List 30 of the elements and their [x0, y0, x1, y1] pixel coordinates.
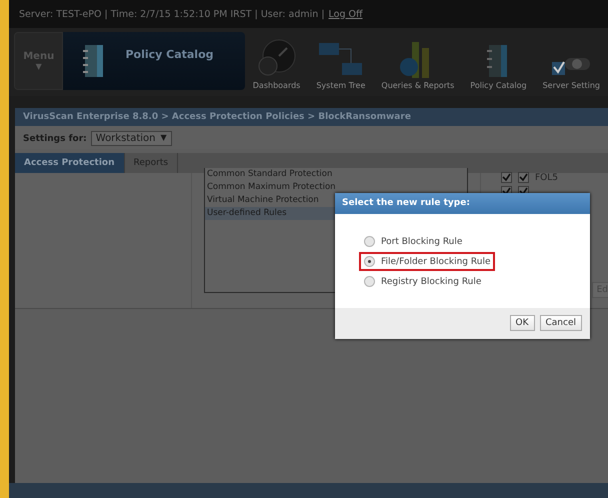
log-off-link[interactable]: Log Off: [328, 8, 363, 20]
list-item[interactable]: Common Standard Protection: [205, 168, 467, 181]
binder-icon: [83, 44, 106, 78]
settings-label: Settings for:: [23, 134, 87, 144]
dialog-title: Select the new rule type:: [335, 193, 590, 214]
radio-option[interactable]: Port Blocking Rule: [359, 232, 468, 251]
dialog-button[interactable]: Cancel: [540, 315, 582, 331]
nav-item[interactable]: Policy Catalog: [462, 32, 535, 90]
rule-name: FOL5: [535, 172, 558, 182]
checkbox[interactable]: [518, 172, 529, 183]
nav-item[interactable]: System Tree: [308, 32, 374, 90]
radio-button[interactable]: [364, 276, 375, 287]
binder-icon: [487, 44, 510, 78]
radio-option[interactable]: File/Folder Blocking Rule: [359, 252, 496, 271]
settings-dropdown[interactable]: Workstation ▼: [90, 131, 172, 146]
checkbox[interactable]: [501, 172, 512, 183]
nav-item[interactable]: Queries & Reports: [373, 32, 462, 90]
page-title: Policy Catalog: [125, 48, 214, 60]
nav-item[interactable]: Server Setting: [534, 32, 608, 90]
list-item[interactable]: Common Maximum Protection: [205, 181, 467, 194]
radio-option[interactable]: Registry Blocking Rule: [359, 272, 486, 291]
radio-button[interactable]: [364, 236, 375, 247]
nav-item[interactable]: Dashboards: [244, 32, 308, 90]
dialog-button[interactable]: OK: [510, 315, 534, 331]
network-icon: [318, 42, 364, 78]
gauge-icon: [256, 38, 297, 78]
breadcrumb: VirusScan Enterprise 8.8.0 > Access Protection Policies > BlockRansomware: [15, 108, 608, 126]
radio-button[interactable]: [364, 256, 375, 267]
status-text: Server: TEST-ePO | Time: 2/7/15 1:52:10 PM IRST | User: admin |: [19, 8, 325, 20]
tab[interactable]: Access Protection: [15, 153, 125, 173]
